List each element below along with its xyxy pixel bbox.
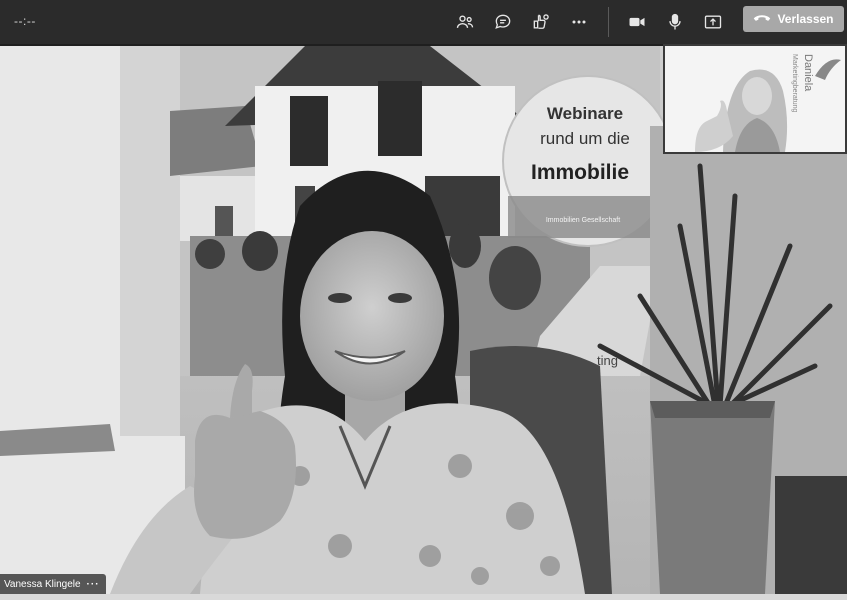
pip-logo-line1: Daniela <box>802 54 814 92</box>
meeting-timer: --:-- <box>14 14 36 28</box>
more-icon <box>572 20 586 24</box>
leave-button[interactable]: Verlassen <box>743 6 844 32</box>
pip-logo-line2: Marketingberatung <box>791 54 798 112</box>
share-button[interactable] <box>699 8 727 36</box>
chat-icon <box>495 14 511 29</box>
people-icon <box>456 15 474 28</box>
share-icon <box>704 15 722 29</box>
reactions-button[interactable] <box>527 8 555 36</box>
mic-icon <box>669 13 681 30</box>
participant-name: Vanessa Klingele <box>4 578 81 590</box>
camera-button[interactable] <box>623 8 651 36</box>
more-button[interactable] <box>565 8 593 36</box>
camera-icon <box>629 17 645 27</box>
self-view-feed: Daniela Marketingberatung <box>665 46 845 152</box>
toolbar-divider <box>608 7 609 37</box>
bottom-strip <box>0 594 847 600</box>
mic-button[interactable] <box>661 8 689 36</box>
participant-more-button[interactable]: ··· <box>87 579 100 590</box>
meeting-toolbar: --:-- Verlassen <box>0 0 847 44</box>
participant-name-tag: Vanessa Klingele ··· <box>0 574 106 594</box>
chat-button[interactable] <box>489 8 517 36</box>
sign-badge: Immobilien Gesellschaft <box>546 217 620 224</box>
sign-line1: Webinare <box>547 104 623 123</box>
self-view-video[interactable]: Daniela Marketingberatung <box>663 44 847 154</box>
hangup-icon <box>754 15 771 21</box>
participants-button[interactable] <box>451 8 479 36</box>
leave-button-label: Verlassen <box>777 12 834 26</box>
reaction-icon <box>533 14 549 29</box>
sign-line3: Immobilie <box>531 161 629 184</box>
sign-line2: rund um die <box>540 129 630 148</box>
